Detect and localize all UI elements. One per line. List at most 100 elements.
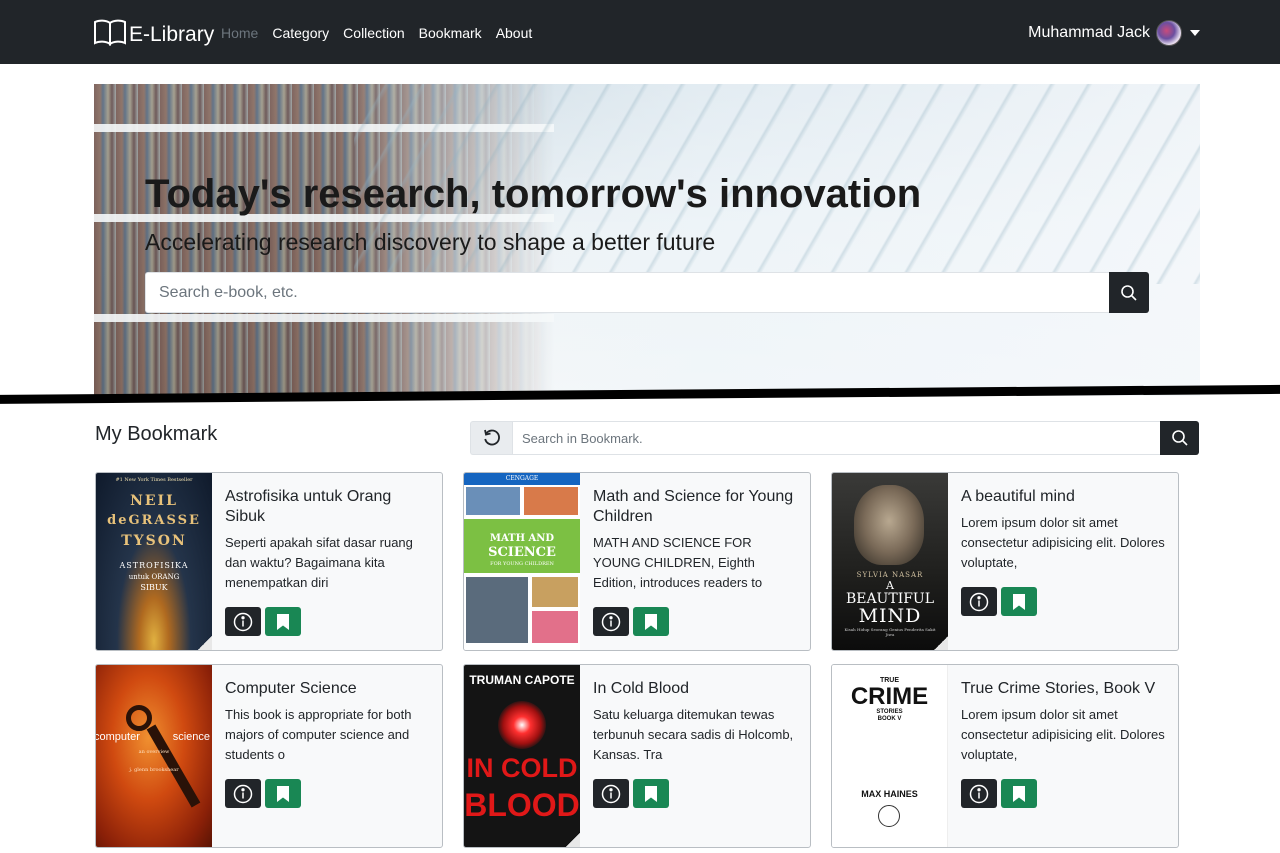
nav-links: Home Category Collection Bookmark About [221,25,532,41]
search-icon [1171,430,1188,446]
card-title[interactable]: A beautiful mind [961,487,1168,507]
bookmark-search-input[interactable] [512,421,1160,455]
cover-text: IN COLD [466,753,578,783]
user-menu[interactable]: Muhammad Jack [1028,20,1200,46]
info-button[interactable] [961,779,997,808]
bookmark-icon [277,613,289,630]
cover-photo [532,611,578,643]
card-actions [225,779,301,808]
cover-photo [524,487,578,515]
info-button[interactable] [225,779,261,808]
bookmark-button[interactable] [265,607,301,636]
info-button[interactable] [593,607,629,636]
cover-photo [466,577,528,643]
cover-text: CENGAGE [505,475,539,482]
bookmark-card[interactable]: CENGAGE MATH AND SCIENCE FOR YOUNG CHILD… [463,472,811,651]
bookmark-search-button[interactable] [1160,421,1199,455]
cover-portrait [854,485,924,565]
nav-category[interactable]: Category [272,25,329,41]
hero-search [145,272,1149,313]
chevron-down-icon [1190,30,1200,36]
card-title[interactable]: In Cold Blood [593,679,800,699]
card-description: This book is appropriate for both majors… [225,707,412,762]
card-body: Math and Science for Young Children MATH… [593,487,800,593]
book-cover: TRUE CRIME STORIES BOOK V MAX HAINES [832,665,948,847]
card-actions [961,587,1037,616]
bookmark-button[interactable] [1001,587,1037,616]
navbar: E-Library Home Category Collection Bookm… [0,0,1280,64]
cover-text: MIND [858,605,922,627]
info-icon [601,784,621,803]
publisher-logo [878,805,900,827]
bookmark-button[interactable] [265,779,301,808]
cover-photo [466,487,520,515]
bookmark-icon [645,785,657,802]
bookmark-card[interactable]: computer science an overview j. glenn br… [95,664,443,848]
cover-text: SCIENCE [488,545,556,560]
cover-photo [532,577,578,607]
hero-search-input[interactable] [145,272,1109,313]
bookmark-card[interactable]: #1 New York Times Bestseller NEIL deGRAS… [95,472,443,651]
nav-collection[interactable]: Collection [343,25,404,41]
bookmark-card[interactable]: SYLVIA NASAR A BEAUTIFUL MIND Kisah Hidu… [831,472,1179,651]
cover-text: TYSON [121,533,187,549]
bookmark-card[interactable]: TRUE CRIME STORIES BOOK V MAX HAINES Tru… [831,664,1179,848]
card-title[interactable]: Astrofisika untuk Orang Sibuk [225,487,432,527]
card-title[interactable]: True Crime Stories, Book V [961,679,1168,699]
cover-text: BOOK V [877,716,902,722]
bookmark-icon [277,785,289,802]
bookmark-search [470,421,1199,455]
info-button[interactable] [961,587,997,616]
card-body: True Crime Stories, Book V Lorem ipsum d… [961,679,1168,765]
card-actions [225,607,301,636]
info-icon [233,612,253,631]
card-actions [593,779,669,808]
info-icon [233,784,253,803]
card-description: Lorem ipsum dolor sit amet consectetur a… [961,515,1165,570]
card-body: Computer Science This book is appropriat… [225,679,432,765]
bookmark-title: My Bookmark [95,423,218,445]
info-icon [969,592,989,611]
bookmark-icon [1013,593,1025,610]
info-icon [601,612,621,631]
cover-text: ASTROFISIKA [119,561,189,570]
bookmark-button[interactable] [1001,779,1037,808]
brand[interactable]: E-Library [93,18,214,52]
cover-text: untuk ORANG [128,573,180,581]
cover-text: MAX HAINES [861,789,918,799]
card-description: Seperti apakah sifat dasar ruang dan wak… [225,535,413,590]
cover-text: FOR YOUNG CHILDREN [490,561,554,567]
page-curl [934,636,948,650]
bookmark-button[interactable] [633,607,669,636]
cover-text: SYLVIA NASAR [856,571,924,579]
bookmark-button[interactable] [633,779,669,808]
hero-search-button[interactable] [1109,272,1149,313]
card-actions [961,779,1037,808]
cover-text: Kisah Hidup Seorang Genius Penderita Sak… [844,627,936,637]
blood-splatter [498,701,546,749]
info-button[interactable] [225,607,261,636]
card-title[interactable]: Math and Science for Young Children [593,487,800,527]
cover-text: TRUMAN CAPOTE [469,673,575,687]
nav-home[interactable]: Home [221,25,258,41]
card-description: Satu keluarga ditemukan tewas terbunuh s… [593,707,794,762]
card-body: In Cold Blood Satu keluarga ditemukan te… [593,679,800,765]
bookmark-card[interactable]: TRUMAN CAPOTE IN COLD BLOOD In Cold Bloo… [463,664,811,848]
nav-bookmark[interactable]: Bookmark [419,25,482,41]
book-cover: #1 New York Times Bestseller NEIL deGRAS… [96,473,212,650]
user-name: Muhammad Jack [1028,24,1150,41]
nav-about[interactable]: About [496,25,533,41]
hero-banner: Today's research, tomorrow's innovation … [94,84,1200,396]
bookmark-icon [1013,785,1025,802]
info-icon [969,784,989,803]
refresh-button[interactable] [470,421,512,455]
info-button[interactable] [593,779,629,808]
card-actions [593,607,669,636]
cover-text: CRIME [850,683,929,710]
cover-text: MATH AND [489,533,555,544]
cover-text: j. glenn brookshear [129,767,179,773]
cover-text: an overview [138,749,170,755]
card-title[interactable]: Computer Science [225,679,432,699]
refresh-icon [483,429,500,446]
book-cover: SYLVIA NASAR A BEAUTIFUL MIND Kisah Hidu… [832,473,948,650]
